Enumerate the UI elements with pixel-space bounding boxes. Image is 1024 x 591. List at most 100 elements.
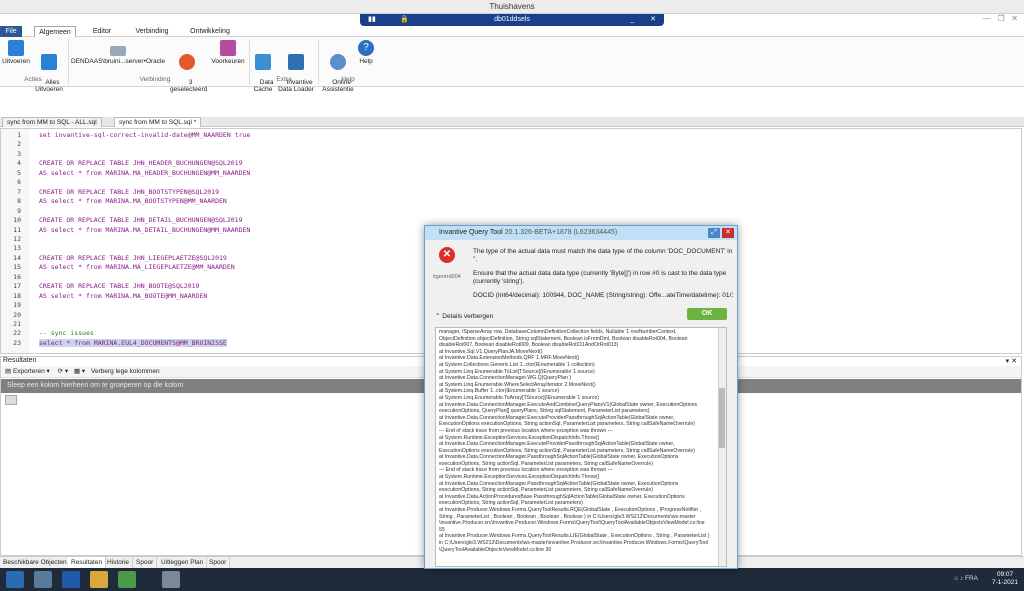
window-title: Thuishavens [0, 0, 1024, 14]
trace-line: --- End of stack trace from previous loc… [439, 427, 613, 434]
trace-line: in C:\Users\gle3.WS212\Documents\ws-mast… [439, 540, 708, 546]
code-line[interactable]: AS select * from MARINA.MA_BOOTE@MM_NAAR… [39, 292, 207, 300]
code-line[interactable]: AS select * from MARINA.MA_DETAIL_BUCHUN… [39, 226, 250, 234]
help-button[interactable]: ? Help [356, 40, 376, 65]
trace-line: disableRot007, Boolean disableRot009, Bo… [439, 342, 619, 349]
language-indicator[interactable]: FRA [965, 575, 978, 582]
line-number: 20 [13, 310, 21, 319]
line-number: 10 [13, 216, 21, 225]
group-acties: Acties [24, 76, 42, 83]
powershell-icon[interactable] [62, 571, 80, 588]
scrollbar-thumb[interactable] [719, 388, 725, 448]
code-line[interactable]: AS select * from MARINA.MA_BOOTSTYPEN@MM… [39, 197, 227, 205]
query-tool-icon[interactable] [118, 571, 136, 588]
chevron-up-icon: ⌃ [435, 313, 441, 320]
dialog-title-bar: Invantive Query Tool 20.1.326-BETA+1878 … [425, 226, 737, 240]
error-detail: DOCID (Int64/decimal): 100944, DOC_NAME … [473, 292, 733, 299]
trace-line: at System.Runtime.ExceptionServices.Exce… [439, 474, 600, 481]
trace-line: executionOptions, String actionSql, Para… [439, 500, 583, 507]
stack-trace[interactable]: manager, ISparseArray row, DatabaseColum… [435, 327, 727, 567]
taskbar: ⌂ ♪ FRA 09:07 7-1-2021 [0, 568, 1024, 591]
minimize-icon[interactable]: _ [630, 14, 634, 26]
trace-line: executionOptions, QueryPlan[] queryPlans… [439, 408, 650, 415]
trace-line: ExecutionOptions executionOptions, Strin… [439, 447, 696, 454]
explorer-icon[interactable] [90, 571, 108, 588]
trace-line: at System.Linq.Buffer`1..ctor(IEnumerabl… [439, 388, 560, 395]
remote-host-label: db01ddsels [494, 16, 530, 23]
minimize-icon[interactable]: — [983, 14, 991, 23]
selected-connections-button[interactable]: 3 geselecteerd [170, 40, 207, 100]
file-menu[interactable]: File [0, 26, 22, 37]
ok-button[interactable]: OK [687, 308, 727, 320]
database-icon [110, 46, 126, 56]
error-message: The type of the actual data must match t… [473, 248, 733, 263]
clock[interactable]: 09:07 7-1-2021 [992, 571, 1018, 587]
tab-ontwikkeling[interactable]: Ontwikkeling [184, 26, 236, 37]
cache-icon [255, 54, 271, 70]
databases-icon [179, 54, 195, 70]
hide-empty-columns-button[interactable]: Verberg lege kolommen [91, 368, 160, 375]
error-dialog: Invantive Query Tool 20.1.326-BETA+1878 … [424, 225, 738, 569]
code-line[interactable]: AS select * from MARINA.MA_LIEGEPLAETZE@… [39, 263, 235, 271]
trace-line: ObjectDefinition objectDefinition, Strin… [439, 335, 688, 342]
line-number: 21 [13, 320, 21, 328]
code-line[interactable]: select * from MARINA.EUL4_DOCUMENTS@MM_B… [39, 338, 227, 347]
trace-line: executionOptions, String actionSql, Para… [439, 487, 653, 494]
group-help: Help [341, 76, 355, 83]
data-cache-button[interactable]: Data Cache [251, 40, 275, 100]
code-line[interactable]: CREATE OR REPLACE TABLE JHN_DETAIL_BUCHU… [39, 216, 243, 224]
dialog-minimize-icon[interactable]: ⤢ [708, 228, 720, 238]
close-icon[interactable]: ✕ [1011, 14, 1018, 23]
online-help-button[interactable]: Online Assistentie [320, 40, 356, 100]
code-line[interactable]: CREATE OR REPLACE TABLE JHN_LIEGEPLAETZE… [39, 254, 227, 262]
trace-line: at Invantive.Data.ExtensionMethods.QRF`1… [439, 355, 580, 362]
windows-start-icon[interactable] [6, 571, 24, 588]
line-number: 3 [17, 149, 21, 158]
error-icon: ✕ [439, 247, 455, 263]
close-icon[interactable]: ✕ [650, 14, 656, 26]
details-toggle[interactable]: ⌃ Details verbergen [435, 312, 493, 320]
code-line[interactable]: CREATE OR REPLACE TABLE JHN_BOOTE@SQL201… [39, 282, 199, 290]
ribbon-tabs: File Algemeen Editor Verbinding Ontwikke… [0, 26, 1024, 37]
trace-line: at System.Linq.Enumerable.ToList[TSource… [439, 368, 595, 375]
doc-tab-active[interactable]: sync from MM to SQL.sql * [114, 117, 202, 127]
data-loader-button[interactable]: Invantive Data Loader [276, 40, 316, 100]
run-button[interactable]: Uitvoeren [2, 40, 30, 65]
code-line[interactable]: -- sync issues [39, 329, 94, 337]
volume-icon[interactable]: ♪ [960, 575, 963, 582]
line-number: 2 [17, 140, 21, 149]
document-tabs: sync from MM to SQL - ALL.sql sync from … [0, 117, 1024, 127]
columns-icon[interactable]: ▦ ▾ [74, 368, 85, 375]
dialog-close-icon[interactable]: ✕ [722, 228, 734, 238]
settings-icon[interactable] [162, 571, 180, 588]
trace-line: ExecutionOptions executionOptions, Strin… [439, 421, 696, 428]
refresh-icon[interactable]: ⟳ ▾ [58, 368, 69, 375]
code-line[interactable]: CREATE OR REPLACE TABLE JHN_BOOTSTYPEN@S… [39, 188, 219, 196]
panel-close-icon[interactable]: ▾ ✕ [1006, 357, 1017, 365]
question-icon: ? [358, 40, 374, 56]
tab-verbinding[interactable]: Verbinding [130, 26, 174, 37]
pin-icon[interactable]: ▮▮ [368, 14, 376, 26]
trace-line: executionOptions, String actionSql, Para… [439, 460, 653, 467]
line-number: 16 [13, 272, 21, 281]
tab-editor[interactable]: Editor [86, 26, 118, 37]
line-number: 12 [13, 234, 21, 243]
maximize-icon[interactable]: ❐ [997, 14, 1004, 23]
lock-icon[interactable]: 🔒 [400, 14, 409, 26]
scrollbar[interactable] [718, 328, 726, 566]
network-icon[interactable]: ⌂ [954, 575, 958, 582]
code-line[interactable]: set invantive-sql-correct-invalid-date@M… [39, 131, 250, 139]
line-number: 22 [13, 329, 21, 338]
tab-algemeen[interactable]: Algemeen [34, 26, 76, 37]
doc-tab[interactable]: sync from MM to SQL - ALL.sql [2, 117, 102, 127]
code-line[interactable]: CREATE OR REPLACE TABLE JHN_HEADER_BUCHU… [39, 159, 243, 167]
connection-selector[interactable]: DENDAAS\bruini...server•Oracle [70, 40, 166, 65]
export-button[interactable]: ▤ Exporteren ▾ [5, 368, 50, 375]
grid-row-selector[interactable] [5, 395, 17, 405]
code-line[interactable]: AS select * from MARINA.MA_HEADER_BUCHUN… [39, 169, 250, 177]
window-controls[interactable]: — ❐ ✕ [983, 14, 1018, 23]
server-manager-icon[interactable] [34, 571, 52, 588]
preferences-button[interactable]: Voorkeuren [208, 40, 248, 65]
ribbon: Uitvoeren Alles Uitvoeren Acties DENDAAS… [0, 37, 1024, 93]
run-all-button[interactable]: Alles Uitvoeren [32, 40, 66, 100]
